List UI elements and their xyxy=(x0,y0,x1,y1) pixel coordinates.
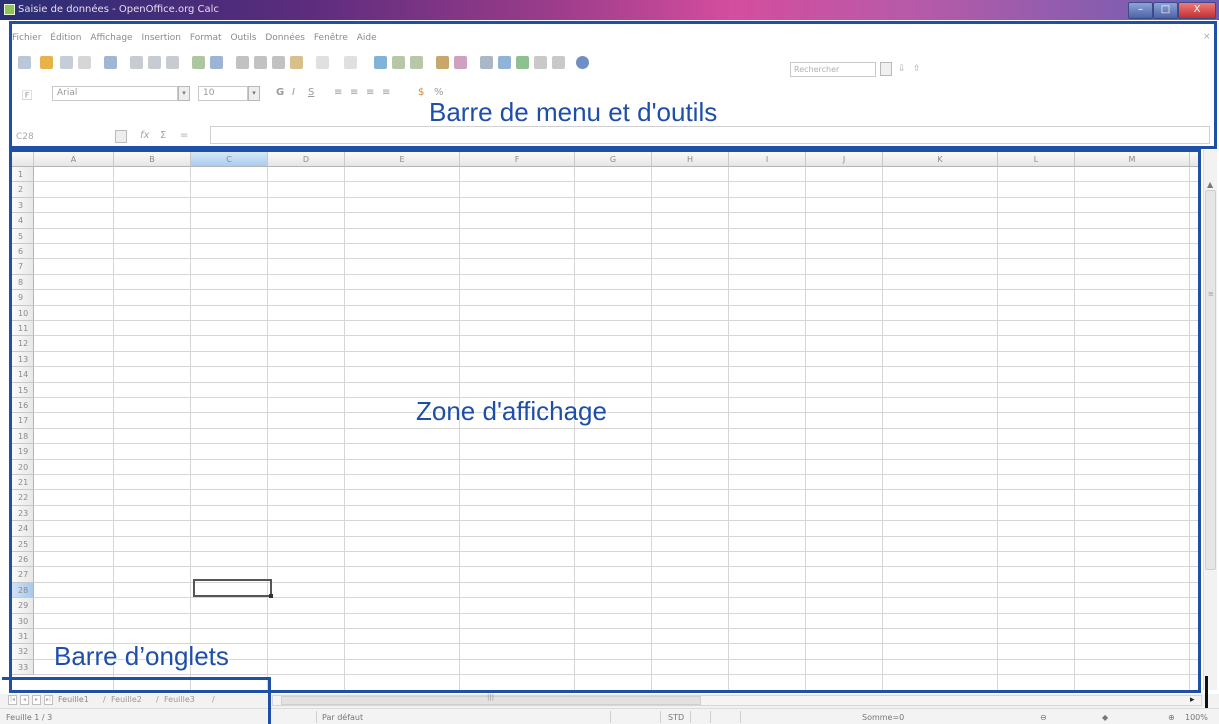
vertical-scrollbar[interactable]: ▲ ≡ xyxy=(1203,150,1217,690)
scroll-grip-icon: ||| xyxy=(487,693,495,701)
status-divider xyxy=(740,711,741,723)
calc-app-icon xyxy=(4,4,15,15)
horizontal-scrollbar[interactable]: ||| xyxy=(272,693,1202,706)
display-area-annotation: Zone d'affichage xyxy=(416,396,607,426)
zoom-out-icon[interactable]: ⊖ xyxy=(1040,713,1047,722)
scroll-up-icon[interactable]: ▲ xyxy=(1207,180,1213,189)
status-divider xyxy=(710,711,711,723)
minimize-button[interactable]: – xyxy=(1128,2,1153,19)
status-divider xyxy=(610,711,611,723)
tab-bar-highlight xyxy=(2,677,271,724)
vertical-scroll-thumb[interactable] xyxy=(1205,190,1216,570)
tab-bar-annotation: Barre d’onglets xyxy=(54,641,229,671)
page-style-status[interactable]: Par défaut xyxy=(322,713,363,722)
menu-toolbar-highlight xyxy=(9,21,1217,149)
zoom-slider-icon[interactable]: ◆ xyxy=(1102,713,1108,722)
maximize-button[interactable]: □ xyxy=(1153,2,1178,19)
status-divider xyxy=(316,711,317,723)
title-bar: Saisie de données - OpenOffice.org Calc … xyxy=(0,0,1219,20)
zoom-in-icon[interactable]: ⊕ xyxy=(1168,713,1175,722)
window-title: Saisie de données - OpenOffice.org Calc xyxy=(18,4,219,15)
status-divider xyxy=(690,711,691,723)
scroll-grip-icon: ≡ xyxy=(1208,290,1214,298)
close-window-button[interactable]: X xyxy=(1178,2,1216,19)
menu-toolbar-annotation: Barre de menu et d'outils xyxy=(429,97,718,127)
status-divider xyxy=(660,711,661,723)
selection-mode-status[interactable]: STD xyxy=(668,713,684,722)
scroll-end-marker xyxy=(1205,676,1208,708)
scroll-right-icon[interactable]: ▸ xyxy=(1190,695,1195,705)
sum-status: Somme=0 xyxy=(862,713,905,722)
zoom-level[interactable]: 100% xyxy=(1185,713,1208,722)
